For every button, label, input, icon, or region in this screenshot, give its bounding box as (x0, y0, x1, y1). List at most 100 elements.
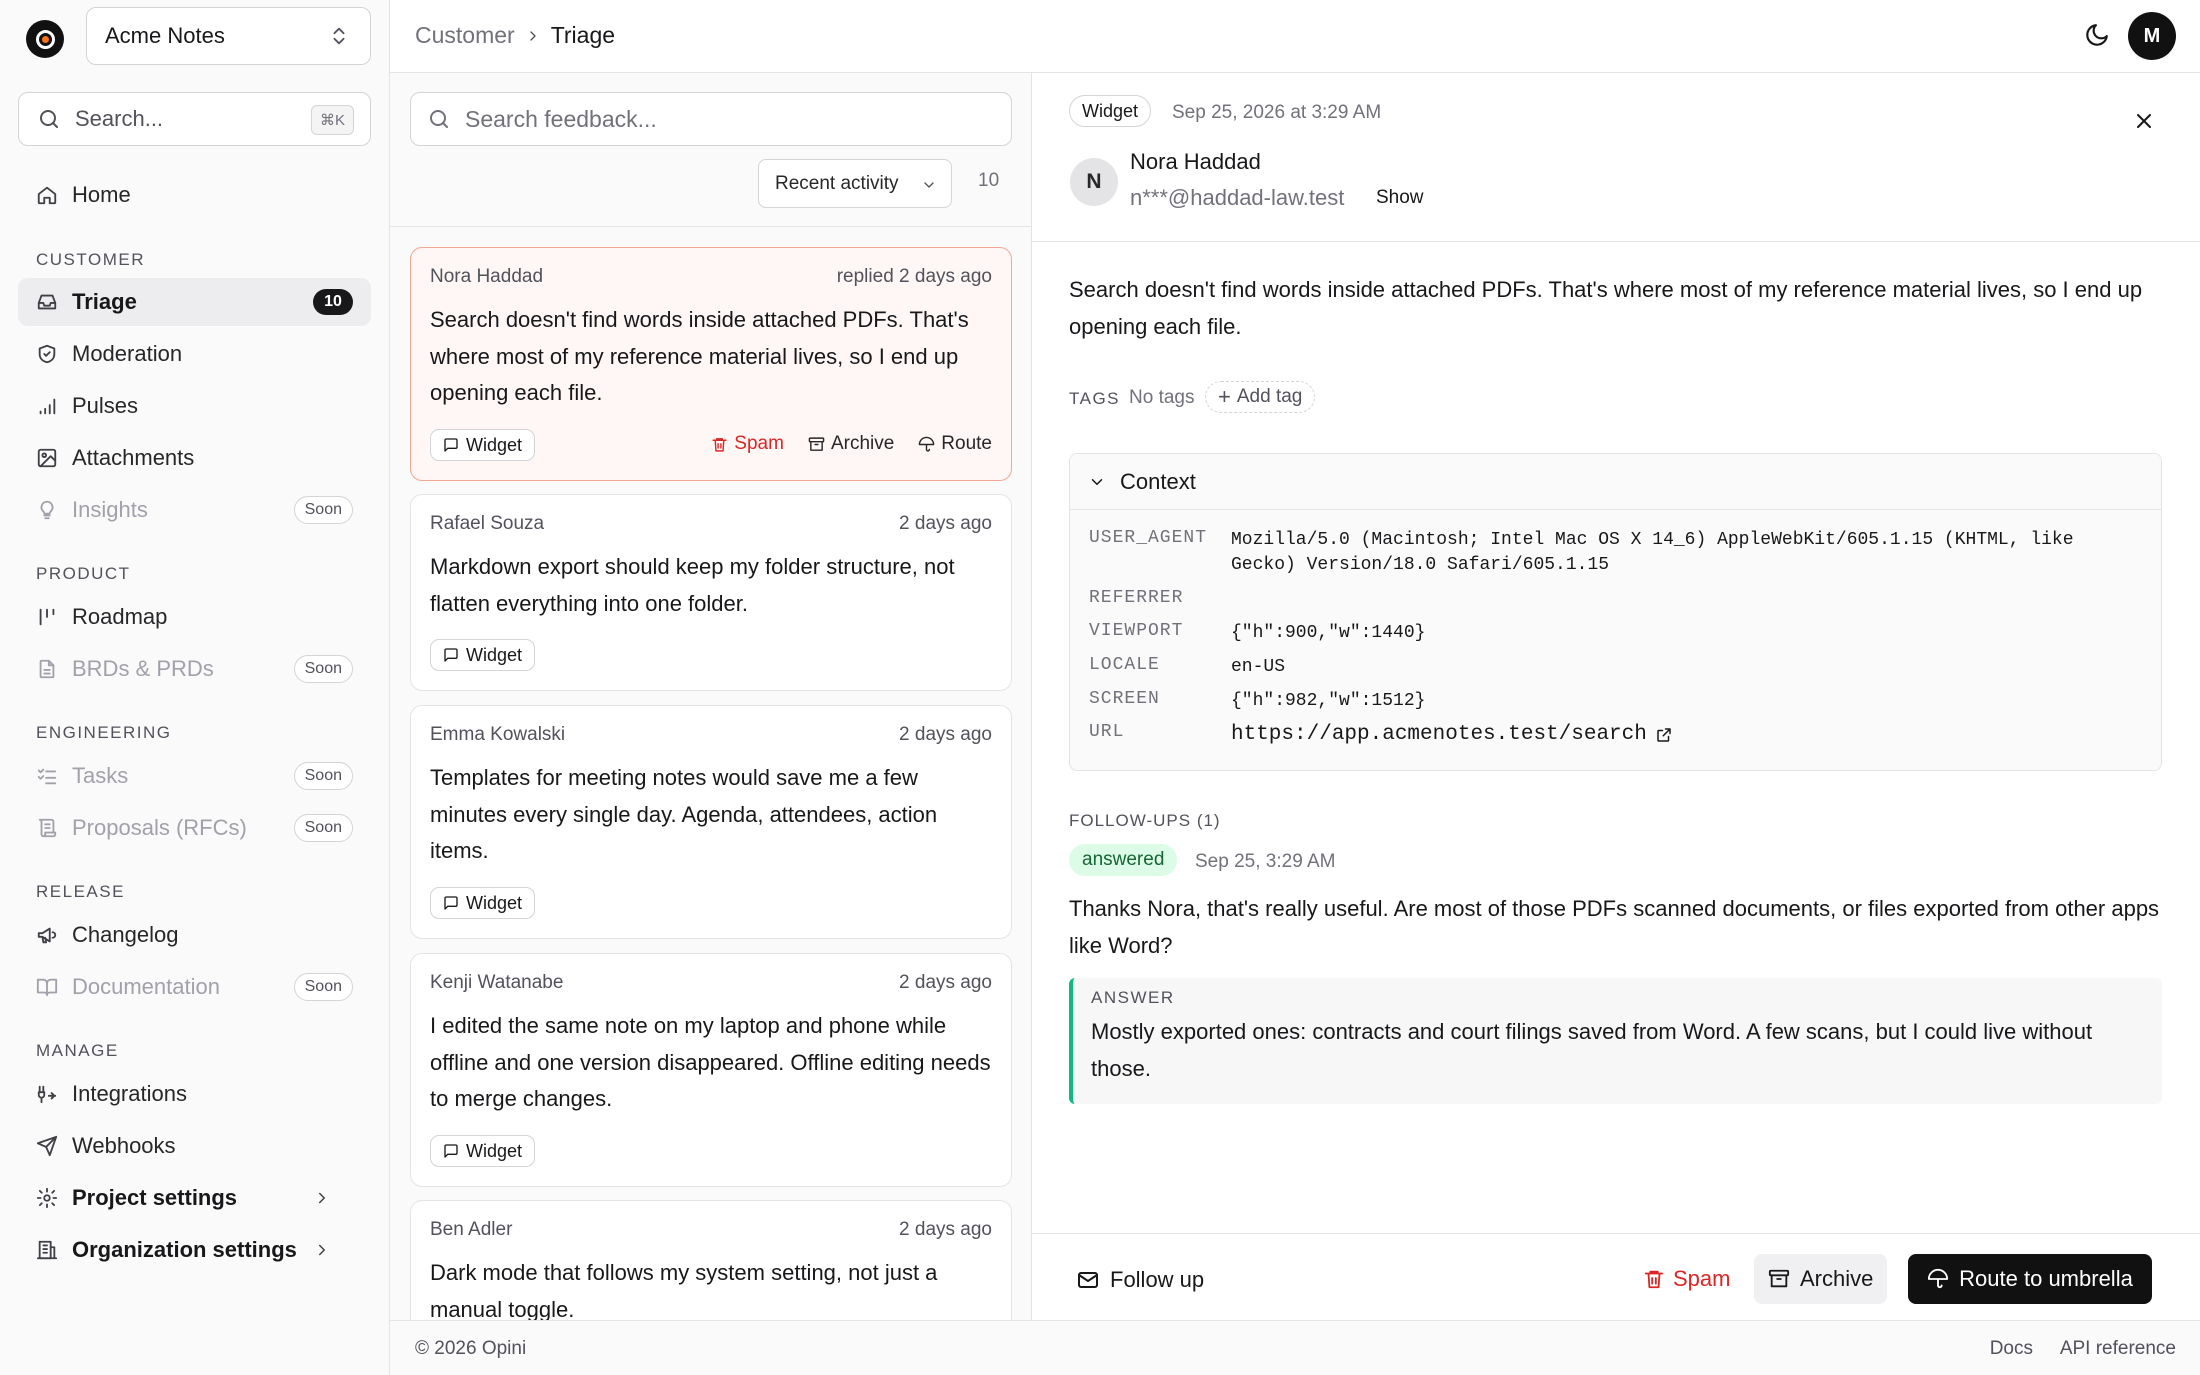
theme-toggle-button[interactable] (2084, 22, 2110, 48)
soon-badge: Soon (293, 655, 353, 683)
sidebar-item-tasks[interactable]: Tasks Soon (18, 752, 371, 800)
message-square-icon (444, 1144, 458, 1158)
sidebar-item-organization-settings[interactable]: Organization settings (18, 1226, 371, 1274)
chevron-right-icon (313, 1189, 345, 1207)
feedback-card[interactable]: Kenji Watanabe 2 days ago I edited the s… (410, 953, 1012, 1187)
sort-dropdown[interactable]: Recent activity (758, 159, 952, 208)
context-url-link[interactable]: https://app.acmenotes.test/search (1231, 722, 2131, 747)
feedback-text: Templates for meeting notes would save m… (430, 765, 938, 863)
search-icon (427, 107, 451, 131)
sidebar-search[interactable]: Search... ⌘K (18, 92, 371, 146)
sidebar-item-moderation[interactable]: Moderation (18, 330, 371, 378)
feedback-card[interactable]: Emma Kowalski 2 days ago Templates for m… (410, 705, 1012, 939)
feedback-card[interactable]: Rafael Souza 2 days ago Markdown export … (410, 494, 1012, 691)
section-product: PRODUCT (36, 564, 131, 583)
sidebar-item-label: Tasks (72, 763, 129, 788)
context-toggle[interactable]: Context (1070, 454, 2161, 510)
message-square-icon (444, 896, 458, 910)
docs-link[interactable]: Docs (1990, 1338, 2033, 1360)
soon-badge: Soon (293, 496, 353, 524)
tags-empty: No tags (1129, 387, 1195, 408)
soon-badge: Soon (293, 762, 353, 790)
feedback-author: Kenji Watanabe (430, 972, 564, 993)
sidebar-item-proposals[interactable]: Proposals (RFCs) Soon (18, 804, 371, 852)
card-spam-button[interactable]: Spam (711, 433, 784, 455)
feedback-author: Nora Haddad (430, 266, 544, 287)
sidebar-item-attachments[interactable]: Attachments (18, 434, 371, 482)
spam-label: Spam (1673, 1266, 1731, 1291)
sidebar-item-label: Roadmap (72, 604, 168, 629)
feedback-time: 2 days ago (899, 513, 992, 534)
feedback-search-input[interactable]: Search feedback... (410, 92, 1012, 146)
archive-label: Archive (1800, 1266, 1874, 1291)
sidebar-item-documentation[interactable]: Documentation Soon (18, 963, 371, 1011)
sidebar-item-triage[interactable]: Triage 10 (18, 278, 371, 326)
sort-dropdown-value: Recent activity (775, 172, 899, 194)
external-link-icon (1657, 727, 1671, 742)
user-avatar[interactable]: M (2128, 12, 2176, 60)
sidebar-item-home[interactable]: Home (18, 171, 371, 219)
followups-label: FOLLOW-UPS (1) (1069, 811, 1221, 830)
mail-icon (1078, 1272, 1098, 1288)
project-switcher[interactable]: Acme Notes (86, 7, 371, 65)
umbrella-icon (1928, 1268, 1949, 1289)
page-footer: © 2026 Opini Docs API reference (390, 1320, 2200, 1375)
image-icon (37, 448, 57, 468)
feedback-author: Ben Adler (430, 1219, 513, 1240)
chevron-down-icon (921, 177, 937, 193)
feedback-card[interactable]: Ben Adler 2 days ago Dark mode that foll… (410, 1200, 1012, 1320)
spam-button[interactable]: Spam (1629, 1254, 1744, 1304)
close-button[interactable] (2132, 109, 2156, 133)
card-route-button[interactable]: Route (918, 433, 992, 455)
card-archive-button[interactable]: Archive (808, 433, 894, 455)
card-actions: Spam Archive Route (687, 433, 992, 455)
customer-name: Nora Haddad (1130, 149, 1261, 174)
brand-logo[interactable] (26, 20, 64, 58)
chevrons-up-down-icon (328, 24, 350, 48)
follow-up-button[interactable]: Follow up (1076, 1257, 1204, 1303)
context-value: {"h":982,"w":1512} (1231, 691, 1426, 711)
scroll-icon (38, 818, 57, 838)
sidebar-item-label: Proposals (RFCs) (72, 815, 247, 840)
sidebar-item-webhooks[interactable]: Webhooks (18, 1122, 371, 1170)
feedback-text: Search doesn't find words inside attache… (430, 307, 969, 405)
sidebar-item-insights[interactable]: Insights Soon (18, 486, 371, 534)
context-url: https://app.acmenotes.test/search (1231, 723, 1647, 746)
document-icon (39, 659, 55, 679)
api-reference-link[interactable]: API reference (2060, 1338, 2176, 1360)
sidebar-item-label: Documentation (72, 974, 220, 999)
source-chip: Widget (430, 1135, 536, 1167)
sidebar-search-placeholder: Search... (75, 106, 164, 131)
detail-date: Sep 25, 2026 at 3:29 AM (1172, 102, 1382, 123)
sidebar-item-changelog[interactable]: Changelog (18, 911, 371, 959)
chevron-right-icon (313, 1241, 345, 1259)
route-to-umbrella-button[interactable]: Route to umbrella (1908, 1254, 2152, 1304)
followup-date: Sep 25, 3:29 AM (1195, 851, 1336, 872)
show-email-button[interactable]: Show (1376, 187, 1424, 209)
customer-avatar: N (1070, 158, 1118, 206)
plug-icon (37, 1085, 57, 1104)
followup-question: Thanks Nora, that's really useful. Are m… (1069, 896, 2160, 958)
context-key: LOCALE (1089, 655, 1160, 675)
sidebar-item-brds[interactable]: BRDs & PRDs Soon (18, 645, 371, 693)
source-chip: Widget (430, 639, 536, 671)
add-tag-button[interactable]: + Add tag (1205, 381, 1316, 413)
feedback-count: 10 (978, 170, 1000, 191)
archive-button[interactable]: Archive (1754, 1254, 1888, 1304)
sidebar-item-label: Integrations (72, 1081, 187, 1106)
context-value: Mozilla/5.0 (Macintosh; Intel Mac OS X 1… (1231, 530, 2074, 575)
copyright: © 2026 Opini (415, 1338, 527, 1359)
source-label: Widget (466, 644, 523, 665)
checklist-icon (37, 768, 57, 785)
sidebar-item-label: Organization settings (72, 1237, 297, 1262)
add-tag-label: Add tag (1236, 386, 1303, 407)
sidebar-item-roadmap[interactable]: Roadmap (18, 593, 371, 641)
close-icon (2137, 114, 2151, 128)
sidebar-item-integrations[interactable]: Integrations (18, 1070, 371, 1118)
sidebar-item-pulses[interactable]: Pulses (18, 382, 371, 430)
breadcrumb-customer[interactable]: Customer (415, 22, 515, 49)
feedback-card-selected[interactable]: Nora Haddad replied 2 days ago Search do… (410, 247, 1012, 481)
sidebar-item-label: Project settings (72, 1185, 238, 1210)
gear-icon (36, 1187, 58, 1209)
sidebar-item-project-settings[interactable]: Project settings (18, 1174, 371, 1222)
